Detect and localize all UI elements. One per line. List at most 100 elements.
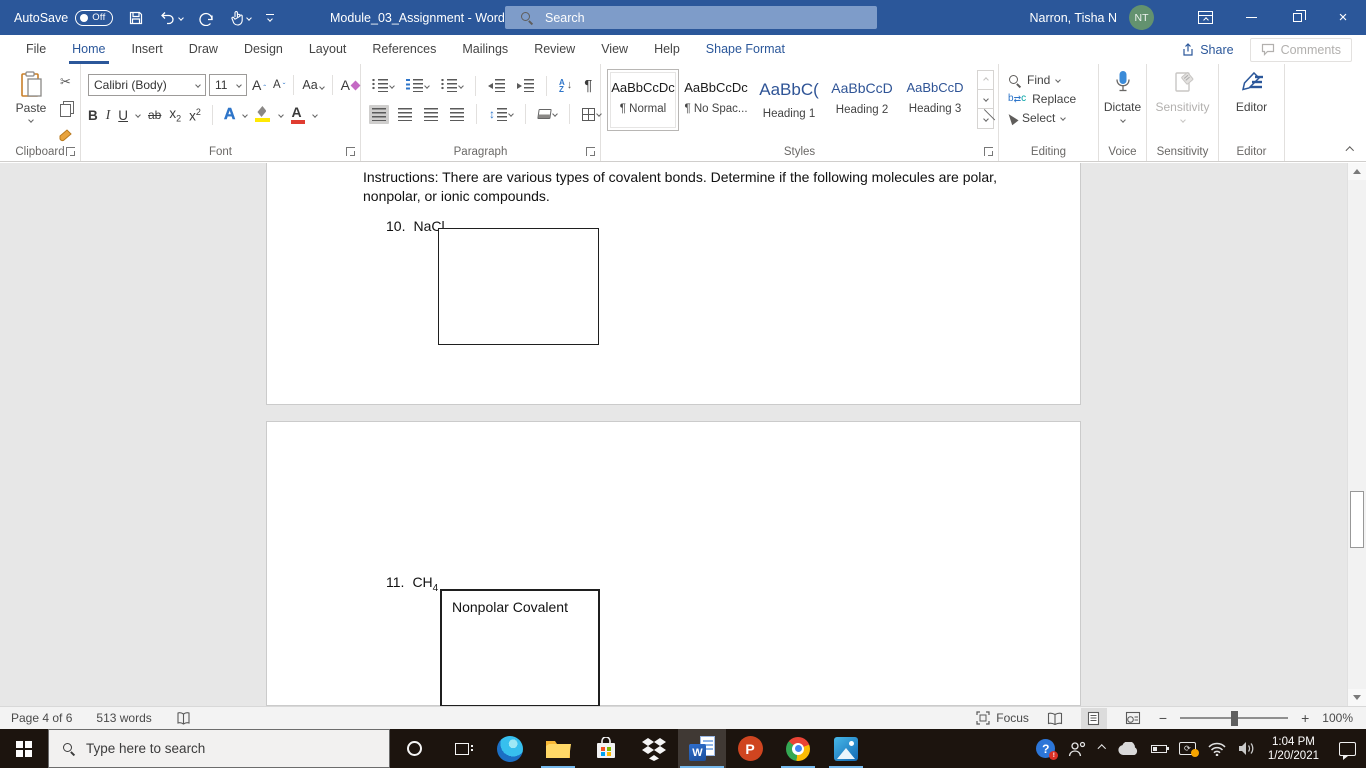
minimize-button[interactable]	[1228, 0, 1274, 35]
align-right-button[interactable]	[421, 105, 441, 124]
font-color-button[interactable]: A	[291, 105, 306, 124]
style-heading-2[interactable]: AaBbCcD Heading 2	[826, 69, 898, 131]
italic-button[interactable]: I	[106, 107, 111, 123]
sort-button[interactable]: A Z ↓	[556, 76, 575, 96]
font-size-combobox[interactable]: 11	[209, 74, 247, 96]
line-spacing-button[interactable]: ↕	[486, 104, 516, 124]
taskbar-microsoft-store[interactable]	[582, 729, 630, 768]
style-heading-1[interactable]: AaBbC( Heading 1	[753, 69, 825, 131]
text-effects-chevron[interactable]	[242, 112, 249, 118]
instructions-paragraph[interactable]: Instructions: There are various types of…	[363, 168, 997, 206]
highlight-dropdown-chevron[interactable]	[278, 112, 285, 118]
cut-button[interactable]: ✂	[60, 74, 71, 90]
shrink-font-button[interactable]: Aˇ	[271, 77, 287, 93]
document-page-1[interactable]: Instructions: There are various types of…	[266, 163, 1081, 405]
find-button[interactable]: Find	[1008, 73, 1098, 87]
word-count[interactable]: 513 words	[96, 711, 151, 725]
ribbon-display-options-button[interactable]	[1182, 0, 1228, 35]
font-dialog-launcher[interactable]	[346, 147, 355, 156]
taskbar-edge[interactable]	[486, 729, 534, 768]
zoom-in-button[interactable]: +	[1301, 710, 1309, 726]
font-color-chevron[interactable]	[312, 112, 319, 118]
justify-button[interactable]	[447, 105, 467, 124]
tab-references[interactable]: References	[359, 35, 449, 64]
select-dropdown-chevron[interactable]	[1060, 115, 1067, 121]
tab-review[interactable]: Review	[521, 35, 588, 64]
undo-button[interactable]	[159, 10, 185, 26]
touch-mode-dropdown-chevron[interactable]	[246, 14, 253, 21]
bullets-button[interactable]	[369, 76, 397, 95]
tab-design[interactable]: Design	[231, 35, 296, 64]
align-left-button[interactable]	[369, 104, 389, 124]
zoom-slider-thumb[interactable]	[1230, 710, 1238, 726]
signed-in-user-name[interactable]: Narron, Tisha N	[1029, 11, 1117, 25]
redo-button[interactable]	[198, 10, 215, 26]
taskbar-powerpoint[interactable]: P	[726, 729, 774, 768]
question-10[interactable]: 10. NaCl	[386, 218, 445, 234]
answer-textbox-q10[interactable]	[438, 228, 599, 345]
paste-button[interactable]: Paste	[9, 71, 53, 143]
onedrive-tray-icon[interactable]	[1117, 741, 1139, 756]
tab-home[interactable]: Home	[59, 35, 118, 64]
style-heading-3[interactable]: AaBbCcD Heading 3	[899, 69, 971, 131]
tab-view[interactable]: View	[588, 35, 641, 64]
tab-shape-format[interactable]: Shape Format	[693, 35, 798, 64]
paste-dropdown-chevron[interactable]	[28, 117, 34, 123]
touch-mouse-mode-button[interactable]	[230, 10, 253, 26]
find-dropdown-chevron[interactable]	[1055, 77, 1062, 83]
taskbar-clock[interactable]: 1:04 PM 1/20/2021	[1268, 735, 1319, 763]
shading-button[interactable]	[535, 106, 560, 122]
dictate-dropdown-chevron[interactable]	[1119, 117, 1126, 123]
taskbar-photos[interactable]	[822, 729, 870, 768]
tab-mailings[interactable]: Mailings	[449, 35, 521, 64]
subscript-button[interactable]: x2	[169, 106, 181, 124]
bold-button[interactable]: B	[88, 108, 98, 123]
start-button[interactable]	[0, 729, 48, 768]
cortana-button[interactable]	[390, 729, 438, 768]
print-layout-button[interactable]	[1080, 707, 1107, 729]
question-11[interactable]: 11. CH4	[386, 574, 438, 594]
multilevel-list-button[interactable]	[438, 76, 466, 95]
underline-dropdown-chevron[interactable]	[135, 112, 141, 118]
taskbar-dropbox[interactable]	[630, 729, 678, 768]
tab-help[interactable]: Help	[641, 35, 693, 64]
user-avatar[interactable]: NT	[1129, 5, 1154, 30]
wifi-tray-icon[interactable]	[1208, 742, 1226, 756]
tell-me-search-box[interactable]: Search	[505, 6, 877, 29]
tab-insert[interactable]: Insert	[119, 35, 176, 64]
close-button[interactable]: ×	[1320, 0, 1366, 35]
increase-indent-button[interactable]	[514, 76, 537, 95]
select-button[interactable]: Select	[1005, 111, 1098, 125]
web-layout-button[interactable]	[1120, 708, 1146, 729]
align-center-button[interactable]	[395, 105, 415, 124]
grow-font-button[interactable]: Aˆ	[250, 75, 268, 95]
restore-button[interactable]	[1274, 0, 1320, 35]
decrease-indent-button[interactable]	[485, 76, 508, 95]
zoom-slider[interactable]	[1180, 710, 1289, 726]
zoom-level[interactable]: 100%	[1322, 711, 1353, 725]
battery-tray-icon[interactable]	[1150, 744, 1169, 753]
taskbar-chrome[interactable]	[774, 729, 822, 768]
autosave-toggle[interactable]: Off	[75, 9, 114, 26]
styles-more-button[interactable]	[978, 109, 993, 128]
styles-scroll-down-button[interactable]	[978, 90, 993, 109]
page-indicator[interactable]: Page 4 of 6	[11, 711, 72, 725]
autosave-control[interactable]: AutoSave Off	[14, 9, 114, 26]
comments-button[interactable]: Comments	[1249, 37, 1352, 62]
clipboard-dialog-launcher[interactable]	[66, 147, 75, 156]
text-effects-button[interactable]: A	[224, 106, 236, 124]
styles-dialog-launcher[interactable]	[984, 147, 993, 156]
people-tray-icon[interactable]	[1067, 741, 1087, 757]
hidden-icons-chevron[interactable]	[1098, 744, 1106, 753]
editor-button[interactable]: Editor	[1219, 70, 1284, 114]
text-highlight-button[interactable]	[255, 106, 271, 124]
document-page-2[interactable]: 11. CH4 Nonpolar Covalent	[266, 421, 1081, 707]
collapse-ribbon-button[interactable]	[1345, 146, 1354, 155]
share-button[interactable]: Share	[1170, 39, 1243, 61]
tab-layout[interactable]: Layout	[296, 35, 360, 64]
font-name-combobox[interactable]: Calibri (Body)	[88, 74, 206, 96]
styles-scroll-up-button[interactable]	[978, 71, 993, 90]
style-no-spacing[interactable]: AaBbCcDc ¶ No Spac...	[680, 69, 752, 131]
undo-dropdown-chevron[interactable]	[178, 14, 185, 21]
volume-tray-icon[interactable]	[1238, 741, 1256, 756]
